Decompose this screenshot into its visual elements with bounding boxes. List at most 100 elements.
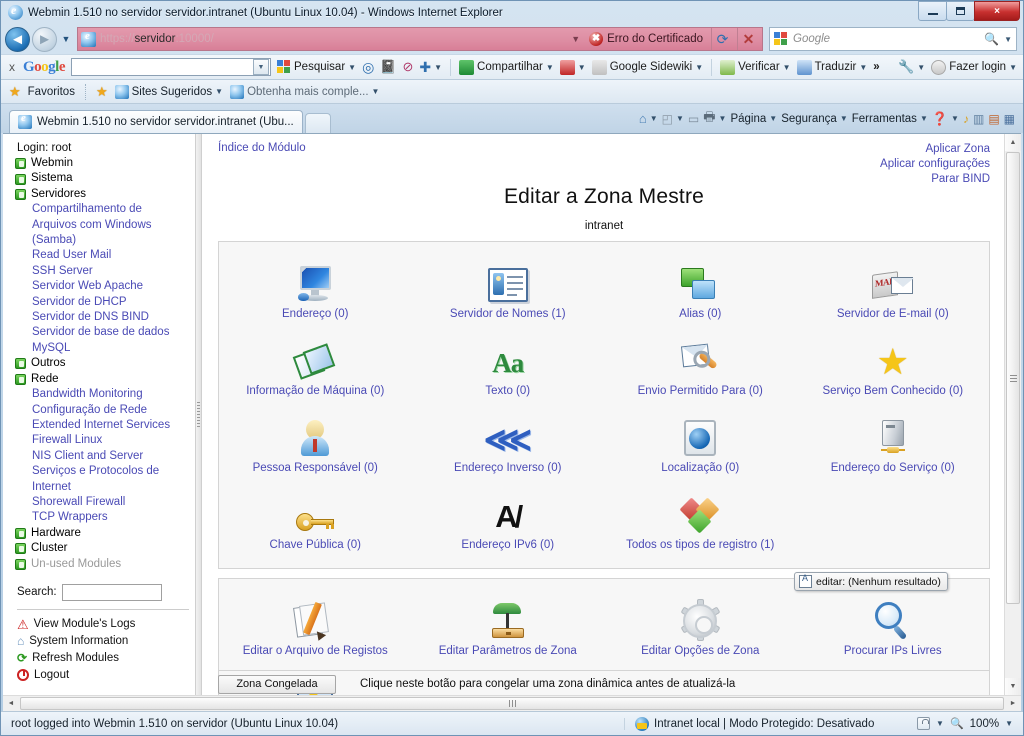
mail-icon[interactable]: ▭ — [688, 112, 699, 126]
search-icon[interactable]: 🔍 — [984, 32, 999, 46]
refresh-modules-link[interactable]: ⟳ Refresh Modules — [15, 650, 195, 667]
scroll-thumb[interactable] — [1006, 152, 1020, 604]
sidebar-item-samba-line3[interactable]: (Samba) — [15, 233, 195, 248]
sidewiki-button[interactable]: Google Sidewiki ▼ — [591, 59, 703, 75]
sidebar-item-read-user-mail[interactable]: Read User Mail — [15, 248, 195, 263]
sidebar-category-outros[interactable]: Outros — [15, 356, 195, 371]
record-type-public-key[interactable]: Chave Pública (0) — [219, 483, 412, 560]
spellcheck-button[interactable]: Verificar ▼ — [720, 59, 791, 75]
zoom-dropdown-icon[interactable]: ▼ — [1005, 719, 1013, 728]
no-ads-icon[interactable]: ⊘ — [402, 59, 413, 75]
sidebar-item-nis[interactable]: NIS Client and Server — [15, 449, 195, 464]
scroll-up-button[interactable]: ▲ — [1005, 134, 1021, 151]
chevron-more-icon[interactable]: » — [873, 61, 879, 73]
notebook-icon[interactable]: 📓 — [380, 59, 396, 75]
close-toolbar-icon[interactable]: x — [7, 60, 17, 74]
privacy-dropdown-icon[interactable]: ▼ — [936, 719, 944, 728]
sidebar-item-apache[interactable]: Servidor Web Apache — [15, 279, 195, 294]
record-type-ipv6-address[interactable]: A/ Endereço IPv6 (0) — [412, 483, 605, 560]
sidebar-item-dns-bind[interactable]: Servidor de DNS BIND — [15, 310, 195, 325]
sidebar-item-ssh-server[interactable]: SSH Server — [15, 264, 195, 279]
record-type-location[interactable]: Localização (0) — [604, 406, 797, 483]
record-type-host-info[interactable]: Informação de Máquina (0) — [219, 329, 412, 406]
privacy-lock-icon[interactable] — [917, 717, 931, 730]
google-toolbar-search-input[interactable]: ▼ — [71, 58, 272, 76]
sidebar-category-rede[interactable]: Rede — [15, 372, 195, 387]
search-provider-dropdown-icon[interactable]: ▼ — [1004, 35, 1012, 44]
sidebar-item-firewall-linux[interactable]: Firewall Linux — [15, 433, 195, 448]
minimize-button[interactable] — [918, 1, 947, 21]
google-search-button[interactable]: Pesquisar ▼ — [277, 60, 356, 74]
record-type-allowed-send-to[interactable]: Envio Permitido Para (0) — [604, 329, 797, 406]
scroll-right-button[interactable]: ► — [1005, 700, 1021, 707]
recent-pages-dropdown[interactable]: ▼ — [59, 34, 73, 44]
sidebar-item-internet-services-line2[interactable]: Internet — [15, 480, 195, 495]
plus-icon[interactable]: ✚ ▼ — [419, 59, 442, 76]
help-icon[interactable]: ❓ ▼ — [932, 111, 959, 127]
sidebar-item-samba-line2[interactable]: Arquivos com Windows — [15, 218, 195, 233]
record-type-responsible-person[interactable]: Pessoa Responsável (0) — [219, 406, 412, 483]
record-type-mail-server[interactable]: MAIL Servidor de E-mail (0) — [797, 252, 990, 329]
research-icon[interactable]: ▦ — [1004, 112, 1015, 126]
apply-zone-link[interactable]: Aplicar Zona — [880, 142, 990, 157]
record-type-text[interactable]: Aa Texto (0) — [412, 329, 605, 406]
sidebar-resize-handle[interactable] — [195, 134, 202, 695]
sidebar-category-webmin[interactable]: Webmin — [15, 156, 195, 171]
sidebar-item-samba[interactable]: Compartilhamento de — [15, 202, 195, 217]
share-button[interactable]: Compartilhar ▼ — [459, 59, 554, 75]
rss-icon[interactable]: ◰ ▼ — [662, 112, 684, 126]
sidebar-item-internet-services[interactable]: Serviços e Protocolos de — [15, 464, 195, 479]
sidebar-item-mysql[interactable]: Servidor de base de dados — [15, 325, 195, 340]
page-menu[interactable]: Página ▼ — [730, 113, 777, 125]
vertical-scrollbar[interactable]: ▲ ▼ — [1004, 134, 1021, 695]
get-more-addons-item[interactable]: Obtenha mais comple... ▼ — [230, 84, 379, 99]
system-information-link[interactable]: ⌂ System Information — [15, 633, 195, 650]
sidebar-category-hardware[interactable]: Hardware — [15, 526, 195, 541]
sidebar-item-extended-internet-services[interactable]: Extended Internet Services — [15, 418, 195, 433]
sidebar-item-mysql-line2[interactable]: MySQL — [15, 341, 195, 356]
action-edit-zone-options[interactable]: Editar Opções de Zona — [604, 589, 797, 666]
scroll-down-button[interactable]: ▼ — [1005, 678, 1021, 695]
certificate-error-badge[interactable]: ✖ Erro do Certificado — [589, 32, 707, 46]
sidebar-category-cluster[interactable]: Cluster — [15, 541, 195, 556]
suggested-sites-item[interactable]: Sites Sugeridos ▼ — [114, 84, 223, 99]
sidebar-item-bandwidth-monitoring[interactable]: Bandwidth Monitoring — [15, 387, 195, 402]
close-button[interactable]: × — [974, 1, 1020, 21]
record-type-service-address[interactable]: Endereço do Serviço (0) — [797, 406, 990, 483]
sidebar-item-shorewall[interactable]: Shorewall Firewall — [15, 495, 195, 510]
tools-menu[interactable]: Ferramentas ▼ — [852, 113, 928, 125]
logout-link[interactable]: Logout — [15, 667, 195, 684]
stop-bind-link[interactable]: Parar BIND — [880, 172, 990, 187]
record-type-address[interactable]: Endereço (0) — [219, 252, 412, 329]
scroll-left-button[interactable]: ◄ — [3, 700, 19, 707]
restore-button[interactable] — [946, 1, 975, 21]
record-type-reverse-address[interactable]: ⋘ Endereço Inverso (0) — [412, 406, 605, 483]
view-module-logs-link[interactable]: ⚠ View Module's Logs — [15, 616, 195, 633]
record-type-name-server[interactable]: Servidor de Nomes (1) — [412, 252, 605, 329]
search-input[interactable] — [61, 583, 162, 601]
compass-icon[interactable]: ◎ — [362, 59, 374, 76]
sidebar-category-servidores[interactable]: Servidores — [15, 187, 195, 202]
record-type-all-records[interactable]: Todos os tipos de registro (1) — [604, 483, 797, 560]
h-scroll-thumb[interactable] — [20, 697, 1004, 710]
bookmark-button[interactable]: ▼ — [559, 59, 586, 75]
security-menu[interactable]: Segurança ▼ — [781, 113, 848, 125]
tab-webmin[interactable]: Webmin 1.510 no servidor servidor.intran… — [9, 110, 303, 133]
sign-in-button[interactable]: Fazer login ▼ — [931, 59, 1017, 75]
new-tab-button[interactable] — [304, 113, 331, 133]
action-find-free-ips[interactable]: Procurar IPs Livres — [797, 589, 990, 666]
forward-button[interactable]: ► — [32, 26, 57, 52]
zoom-level[interactable]: 100% — [970, 718, 999, 730]
favorites-label[interactable]: Favoritos — [28, 86, 75, 98]
wrench-icon[interactable]: 🔧 ▼ — [898, 59, 925, 75]
freeze-zone-button[interactable]: Zona Congelada — [218, 674, 336, 694]
sidebar-category-sistema[interactable]: Sistema — [15, 171, 195, 186]
google-search-dropdown-icon[interactable]: ▼ — [253, 59, 270, 75]
record-type-alias[interactable]: Alias (0) — [604, 252, 797, 329]
back-button[interactable]: ◄ — [5, 26, 30, 52]
home-icon[interactable]: ⌂ ▼ — [639, 111, 658, 126]
stop-button[interactable]: ✕ — [737, 28, 759, 50]
sidebar-item-tcp-wrappers[interactable]: TCP Wrappers — [15, 510, 195, 525]
sidebar-item-network-config[interactable]: Configuração de Rede — [15, 403, 195, 418]
translate-button[interactable]: Traduzir ▼ — [796, 59, 867, 75]
